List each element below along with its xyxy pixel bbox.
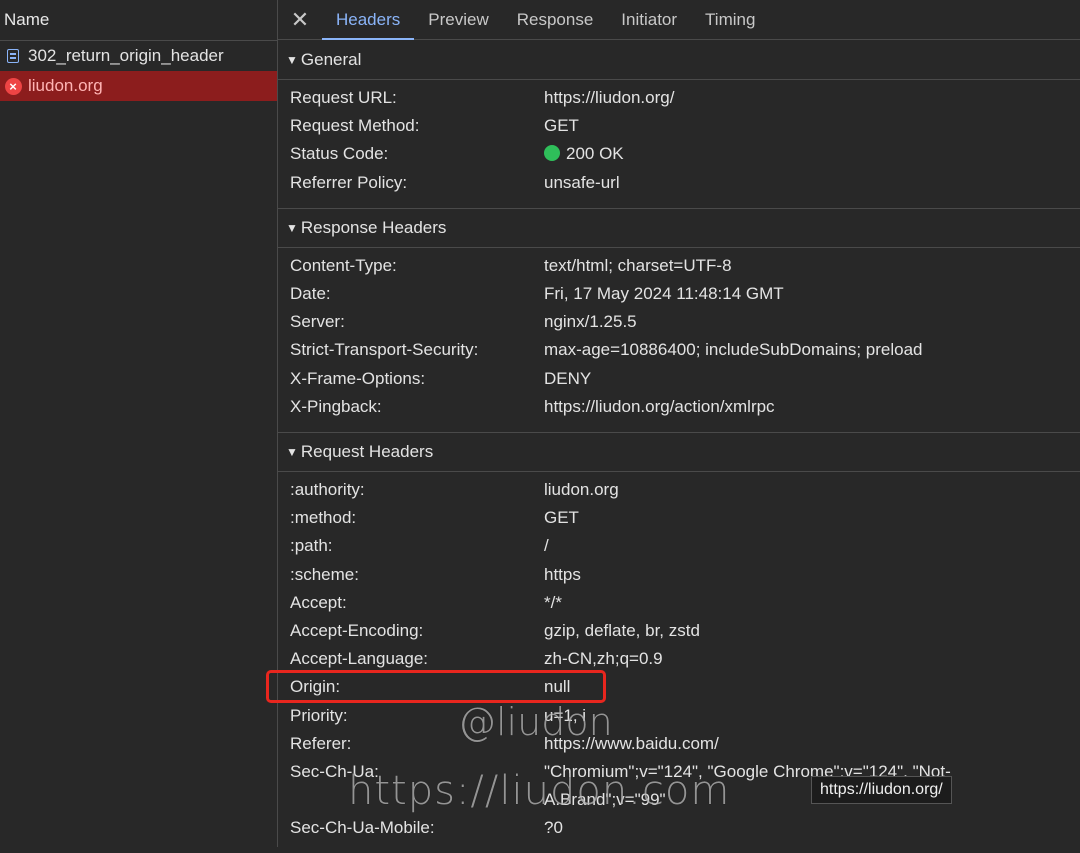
header-value: ?0	[544, 818, 563, 838]
header-row: X-Pingback: https://liudon.org/action/xml…	[278, 393, 1080, 421]
header-key: Strict-Transport-Security:	[290, 340, 479, 360]
header-value: https://liudon.org/action/xmlrpc	[544, 396, 775, 416]
header-key: Status Code:	[290, 144, 389, 164]
header-row: :scheme: https	[278, 561, 1080, 589]
header-key: :authority:	[290, 480, 365, 500]
section-title: General	[300, 50, 362, 69]
header-key: Request Method:	[290, 116, 420, 136]
section-request-headers-header[interactable]: ▼ Request Headers	[278, 432, 1080, 471]
header-row: X-Frame-Options: DENY	[278, 365, 1080, 393]
header-row: Accept: */*	[278, 589, 1080, 617]
header-value: text/html; charset=UTF-8	[544, 255, 732, 275]
header-row: :method: GET	[278, 504, 1080, 532]
header-key: :path:	[290, 536, 333, 556]
section-title: Response Headers	[300, 217, 447, 237]
header-value: GET	[544, 116, 579, 136]
collapse-triangle-icon: ▼	[286, 53, 298, 67]
header-row: Priority: u=1, i	[278, 702, 1080, 730]
request-name: 302_return_origin_header	[28, 46, 224, 65]
header-key: Accept-Encoding:	[290, 621, 424, 641]
tab-headers[interactable]: Headers	[322, 0, 415, 40]
header-row: Status Code: 200 OK	[278, 140, 1080, 168]
section-title: Request Headers	[300, 442, 434, 462]
link-tooltip: https://liudon.org/	[811, 776, 952, 804]
header-row: Sec-Ch-Ua: "Chromium";v="124", "Google Ch…	[278, 758, 1080, 814]
response-headers-section: Content-Type: text/html; charset=UTF-8 Da…	[278, 246, 1080, 432]
header-key: Sec-Ch-Ua-Mobile:	[290, 818, 435, 838]
header-key: Sec-Ch-Ua:	[290, 762, 379, 782]
header-key: :method:	[290, 508, 357, 528]
header-row: Server: nginx/1.25.5	[278, 308, 1080, 336]
status-code-value: 200 OK	[544, 140, 1080, 168]
header-value: /	[544, 536, 549, 556]
header-key: Referer:	[290, 733, 352, 753]
header-key: :scheme:	[290, 564, 359, 584]
header-row: :path: /	[278, 532, 1080, 560]
error-icon: ×	[4, 77, 22, 95]
collapse-triangle-icon: ▼	[286, 445, 298, 460]
header-row: Strict-Transport-Security: max-age=108864…	[278, 336, 1080, 364]
header-row: Sec-Ch-Ua-Mobile: ?0	[278, 814, 1080, 842]
header-key: Request URL:	[290, 88, 397, 107]
request-headers-section: :authority: liudon.org :method: GET :path:…	[278, 471, 1080, 853]
header-value: gzip, deflate, br, zstd	[544, 621, 700, 641]
status-ok-icon	[544, 145, 560, 162]
general-section: Request URL: https://liudon.org/ Request …	[278, 79, 1080, 208]
status-text: 200 OK	[566, 144, 624, 164]
header-value: https://www.baidu.com/	[544, 733, 719, 753]
request-name: liudon.org	[28, 76, 103, 95]
request-list-pane: Name 302_return_origin_header × liudon.o…	[0, 0, 278, 847]
details-tabbar: ✕ Headers Preview Response Initiator Tim…	[278, 0, 1080, 40]
tab-preview[interactable]: Preview	[414, 0, 502, 39]
header-value: zh-CN,zh;q=0.9	[544, 649, 663, 669]
header-row: Content-Type: text/html; charset=UTF-8	[278, 252, 1080, 280]
section-response-headers-header[interactable]: ▼ Response Headers	[278, 207, 1080, 247]
tab-timing[interactable]: Timing	[691, 0, 769, 39]
header-key: Date:	[290, 284, 331, 304]
header-row: :authority: liudon.org	[278, 476, 1080, 504]
header-row: Accept-Encoding: gzip, deflate, br, zstd	[278, 617, 1080, 645]
header-key: Content-Type:	[290, 255, 397, 275]
header-row: Request Method: GET	[278, 112, 1080, 140]
header-key: Priority:	[290, 705, 348, 725]
header-row: Date: Fri, 17 May 2024 11:48:14 GMT	[278, 280, 1080, 308]
header-row: Request URL: https://liudon.org/	[278, 84, 1080, 112]
header-value: nginx/1.25.5	[544, 312, 637, 332]
request-item[interactable]: 302_return_origin_header	[0, 41, 277, 71]
header-value: */*	[544, 592, 562, 612]
header-key: Referrer Policy:	[290, 172, 408, 192]
details-pane: ✕ Headers Preview Response Initiator Tim…	[278, 0, 1080, 847]
origin-highlight-box	[266, 670, 606, 703]
document-icon	[4, 47, 22, 65]
header-value: https://liudon.org/	[544, 88, 675, 107]
tab-response[interactable]: Response	[503, 0, 608, 39]
header-key: X-Frame-Options:	[290, 368, 426, 388]
header-value: unsafe-url	[544, 172, 620, 192]
header-key: Server:	[290, 312, 345, 332]
header-value: https	[544, 564, 581, 584]
header-row: Referer: https://www.baidu.com/	[278, 730, 1080, 758]
request-item-selected[interactable]: × liudon.org	[0, 71, 277, 101]
header-value: liudon.org	[544, 480, 619, 500]
header-value: DENY	[544, 368, 592, 388]
header-value: Fri, 17 May 2024 11:48:14 GMT	[544, 284, 784, 304]
header-value: u=1, i	[544, 705, 587, 725]
header-value: null	[544, 677, 571, 697]
collapse-triangle-icon: ▼	[286, 220, 298, 235]
header-value: GET	[544, 508, 579, 528]
header-row: Referrer Policy: unsafe-url	[278, 169, 1080, 197]
header-key: Accept:	[290, 592, 347, 612]
tab-initiator[interactable]: Initiator	[607, 0, 691, 39]
name-column-header[interactable]: Name	[0, 0, 277, 41]
close-icon[interactable]: ✕	[278, 0, 322, 39]
header-value: max-age=10886400; includeSubDomains; pre…	[544, 340, 923, 360]
header-key: X-Pingback:	[290, 396, 382, 416]
section-general-header[interactable]: ▼ General	[278, 41, 1080, 79]
